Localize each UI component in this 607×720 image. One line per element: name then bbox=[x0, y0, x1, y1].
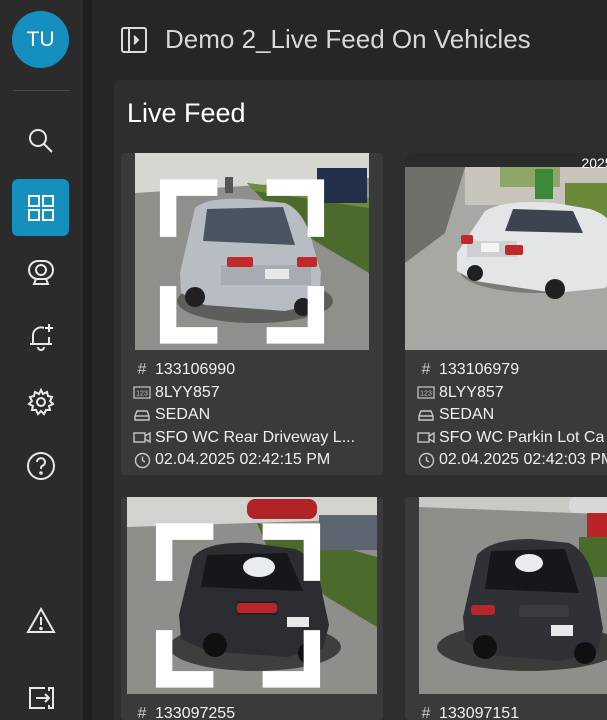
dashboard-icon bbox=[27, 194, 54, 221]
vehicle-thumbnail bbox=[135, 153, 369, 350]
sidebar-item-alerts[interactable] bbox=[12, 307, 69, 364]
vehicle-type: SEDAN bbox=[439, 406, 495, 424]
hash-icon: # bbox=[421, 705, 431, 720]
feed-card[interactable]: 2025-0 #133106979 123 8LYY857 SEDAN SFO W… bbox=[405, 153, 607, 475]
vehicle-thumbnail: 2025-0 bbox=[405, 153, 607, 350]
card-details: #133106979 123 8LYY857 SEDAN SFO WC Parki… bbox=[416, 359, 607, 472]
car-icon bbox=[416, 407, 436, 423]
license-plate-icon: 123 bbox=[416, 385, 436, 401]
sidebar-item-dashboard[interactable] bbox=[12, 179, 69, 236]
sidebar-item-logout[interactable] bbox=[12, 669, 69, 720]
help-icon bbox=[26, 451, 55, 480]
warning-icon bbox=[25, 606, 56, 633]
card-details: #133097255 bbox=[132, 703, 377, 720]
vehicle-type: SEDAN bbox=[155, 406, 211, 424]
panel-title: Live Feed bbox=[127, 98, 246, 128]
event-id: 133106990 bbox=[155, 361, 236, 379]
car-icon bbox=[132, 407, 152, 423]
alert-bell-icon bbox=[29, 323, 53, 351]
hash-icon: # bbox=[137, 705, 147, 720]
panel-toggle-icon[interactable] bbox=[120, 26, 148, 54]
license-plate: 8LYY857 bbox=[155, 383, 220, 401]
feed-card[interactable]: #133097255 bbox=[121, 497, 383, 720]
feed-card[interactable]: #133097151 bbox=[405, 497, 607, 720]
expand-icon[interactable] bbox=[135, 163, 359, 350]
clock-icon bbox=[132, 452, 152, 468]
camera-icon bbox=[27, 259, 54, 285]
feed-card[interactable]: #133106990 123 8LYY857 SEDAN SFO WC Rear … bbox=[121, 153, 383, 475]
sidebar-divider bbox=[13, 90, 69, 91]
camera-name: SFO WC Rear Driveway L... bbox=[155, 428, 356, 446]
sidebar-item-help[interactable] bbox=[12, 437, 69, 494]
clock-icon bbox=[416, 452, 436, 468]
search-icon bbox=[28, 128, 53, 153]
video-camera-icon bbox=[132, 430, 152, 446]
card-details: #133097151 bbox=[416, 703, 607, 720]
avatar-initials: TU bbox=[26, 27, 55, 51]
license-plate: 8LYY857 bbox=[439, 383, 504, 401]
timestamp-overlay: 2025-0 bbox=[581, 155, 607, 171]
sidebar-item-cameras[interactable] bbox=[12, 243, 69, 300]
sidebar-item-settings[interactable] bbox=[12, 373, 69, 430]
camera-name: SFO WC Parkin Lot Ca bbox=[439, 428, 605, 446]
video-camera-icon bbox=[416, 430, 436, 446]
sidebar-item-warnings[interactable] bbox=[12, 592, 69, 649]
hash-icon: # bbox=[421, 361, 431, 379]
timestamp: 02.04.2025 02:42:03 PM bbox=[439, 451, 607, 469]
top-bar: Demo 2_Live Feed On Vehicles bbox=[92, 0, 607, 78]
logout-icon bbox=[28, 686, 54, 709]
vehicle-thumbnail bbox=[127, 497, 377, 694]
event-id: 133106979 bbox=[439, 361, 520, 379]
avatar[interactable]: TU bbox=[12, 11, 69, 68]
hash-icon: # bbox=[137, 361, 147, 379]
gear-icon bbox=[26, 387, 55, 416]
vehicle-thumbnail bbox=[419, 497, 607, 694]
page-title: Demo 2_Live Feed On Vehicles bbox=[165, 24, 531, 54]
sidebar-item-search[interactable] bbox=[12, 112, 69, 169]
timestamp: 02.04.2025 02:42:15 PM bbox=[155, 451, 331, 469]
card-details: #133106990 123 8LYY857 SEDAN SFO WC Rear … bbox=[132, 359, 377, 472]
license-plate-icon: 123 bbox=[132, 385, 152, 401]
svg-text:123: 123 bbox=[420, 391, 432, 398]
svg-text:123: 123 bbox=[136, 391, 148, 398]
expand-icon[interactable] bbox=[127, 507, 363, 694]
sidebar: TU bbox=[0, 0, 83, 720]
event-id: 133097151 bbox=[439, 705, 520, 720]
event-id: 133097255 bbox=[155, 705, 236, 720]
